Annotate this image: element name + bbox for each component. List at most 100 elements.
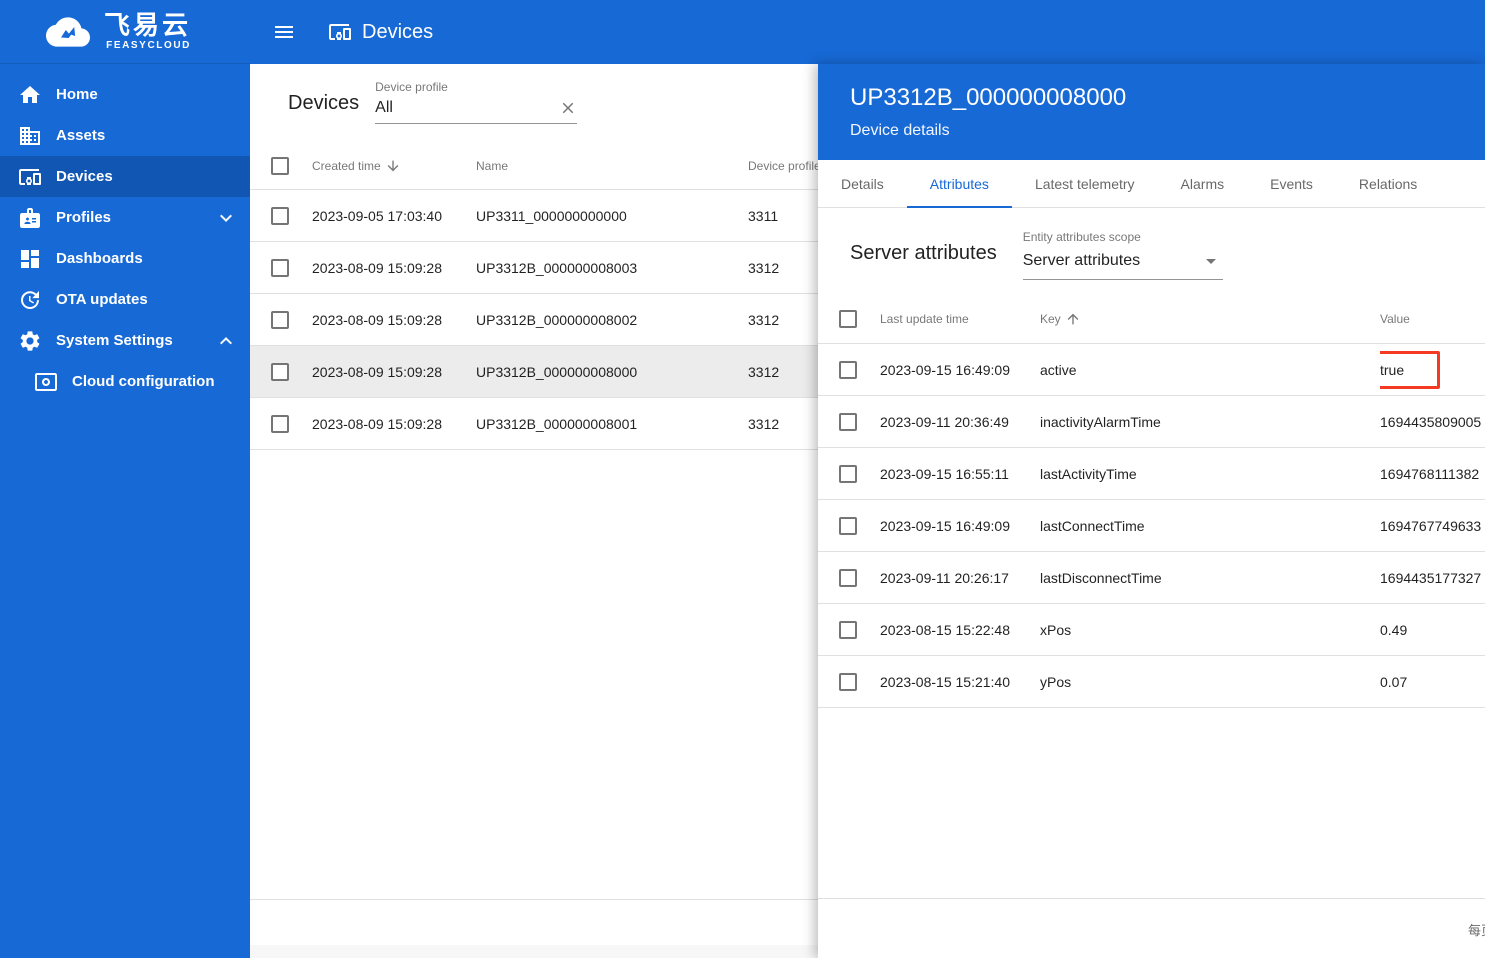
tab-latest-telemetry[interactable]: Latest telemetry [1012, 160, 1158, 208]
select-all-checkbox[interactable] [271, 157, 289, 175]
column-header-name[interactable]: Name [476, 159, 748, 173]
entity-attributes-scope-select[interactable]: Entity attributes scope Server attribute… [1023, 230, 1223, 280]
row-checkbox[interactable] [839, 413, 857, 431]
attributes-pagination-bar: 每页 [818, 898, 1485, 958]
drawer-title: UP3312B_000000008000 [850, 84, 1453, 112]
row-checkbox[interactable] [839, 569, 857, 587]
row-checkbox[interactable] [839, 517, 857, 535]
row-checkbox[interactable] [271, 415, 289, 433]
sidebar-item-label: Cloud configuration [72, 373, 238, 390]
ota-icon [18, 288, 42, 312]
tab-alarms[interactable]: Alarms [1158, 160, 1248, 208]
column-header-last-update-time[interactable]: Last update time [880, 312, 1040, 326]
sidebar-item-system-settings[interactable]: System Settings [0, 320, 250, 361]
row-checkbox[interactable] [271, 259, 289, 277]
cloud-logo-icon [40, 10, 96, 54]
tab-details[interactable]: Details [818, 160, 907, 208]
row-checkbox[interactable] [271, 207, 289, 225]
attribute-key: lastConnectTime [1040, 518, 1380, 534]
sort-desc-icon [385, 158, 401, 174]
settings-icon [18, 329, 42, 353]
drawer-subtitle: Device details [850, 122, 1453, 140]
device-name: UP3311_000000000000 [476, 208, 748, 224]
device-profile-filter-value[interactable]: All [375, 94, 577, 124]
row-checkbox[interactable] [839, 673, 857, 691]
attribute-row[interactable]: 2023-09-15 16:49:09activetrue [818, 344, 1485, 396]
attribute-key: lastDisconnectTime [1040, 570, 1380, 586]
logo-text-en: FEASYCLOUD [106, 41, 191, 51]
attribute-row[interactable]: 2023-08-15 15:21:40yPos0.07 [818, 656, 1485, 708]
attribute-row[interactable]: 2023-09-15 16:49:09lastConnectTime169476… [818, 500, 1485, 552]
devices-icon [18, 165, 42, 189]
assets-icon [18, 124, 42, 148]
scope-select-label: Entity attributes scope [1023, 230, 1223, 244]
profiles-icon [18, 206, 42, 230]
chevron-up-icon [214, 329, 238, 353]
chevron-down-icon [214, 206, 238, 230]
clear-filter-icon[interactable] [559, 99, 577, 117]
tab-relations[interactable]: Relations [1336, 160, 1440, 208]
device-created-time: 2023-09-05 17:03:40 [312, 208, 476, 224]
sidebar-item-home[interactable]: Home [0, 74, 250, 115]
device-created-time: 2023-08-09 15:09:28 [312, 416, 476, 432]
sidebar-nav: Home Assets Devices Profiles Dashboards OTA u… [0, 64, 250, 402]
sidebar-item-profiles[interactable]: Profiles [0, 197, 250, 238]
sidebar-item-cloud-configuration[interactable]: Cloud configuration [0, 361, 250, 402]
cloud-config-icon [34, 370, 58, 394]
logo: 飞易云 FEASYCLOUD [0, 0, 250, 64]
attribute-row[interactable]: 2023-09-15 16:55:11lastActivityTime16947… [818, 448, 1485, 500]
attributes-table-header: Last update time Key Value [818, 294, 1485, 344]
highlight-box: true [1380, 351, 1440, 389]
row-checkbox[interactable] [839, 621, 857, 639]
attribute-row[interactable]: 2023-09-11 20:26:17lastDisconnectTime169… [818, 552, 1485, 604]
attribute-row[interactable]: 2023-08-15 15:22:48xPos0.49 [818, 604, 1485, 656]
attribute-last-update-time: 2023-09-15 16:55:11 [880, 466, 1040, 482]
logo-text: 飞易云 FEASYCLOUD [104, 12, 191, 51]
sidebar-item-label: Home [56, 86, 238, 103]
per-page-label: 每页 [1468, 920, 1485, 939]
topbar-title-group: Devices [328, 20, 433, 44]
sidebar-item-label: Dashboards [56, 250, 238, 267]
attribute-value: true [1380, 351, 1485, 389]
column-header-key[interactable]: Key [1040, 311, 1380, 327]
attribute-key: lastActivityTime [1040, 466, 1380, 482]
attribute-value: 1694435177327 [1380, 570, 1485, 586]
sidebar-item-assets[interactable]: Assets [0, 115, 250, 156]
attribute-row[interactable]: 2023-09-11 20:36:49inactivityAlarmTime16… [818, 396, 1485, 448]
row-checkbox[interactable] [839, 361, 857, 379]
home-icon [18, 83, 42, 107]
attribute-value: 0.49 [1380, 622, 1485, 638]
row-checkbox[interactable] [271, 363, 289, 381]
drawer-header: UP3312B_000000008000 Device details [818, 64, 1485, 160]
sidebar-item-label: System Settings [56, 332, 214, 349]
attribute-last-update-time: 2023-09-11 20:36:49 [880, 414, 1040, 430]
tab-attributes[interactable]: Attributes [907, 160, 1012, 208]
device-created-time: 2023-08-09 15:09:28 [312, 260, 476, 276]
attributes-section-title: Server attributes [850, 242, 997, 265]
sidebar-item-label: Devices [56, 168, 238, 185]
select-all-attributes-checkbox[interactable] [839, 310, 857, 328]
row-checkbox[interactable] [839, 465, 857, 483]
sidebar-item-dashboards[interactable]: Dashboards [0, 238, 250, 279]
sidebar: 飞易云 FEASYCLOUD Home Assets Devices Profiles… [0, 0, 250, 958]
menu-icon[interactable] [268, 16, 300, 48]
row-checkbox[interactable] [271, 311, 289, 329]
device-profile-filter[interactable]: Device profile All [375, 80, 577, 124]
sidebar-item-ota-updates[interactable]: OTA updates [0, 279, 250, 320]
column-header-value[interactable]: Value [1380, 312, 1485, 326]
sort-asc-icon [1065, 311, 1081, 327]
device-created-time: 2023-08-09 15:09:28 [312, 312, 476, 328]
tab-events[interactable]: Events [1247, 160, 1336, 208]
sidebar-item-devices[interactable]: Devices [0, 156, 250, 197]
dashboards-icon [18, 247, 42, 271]
page-title: Devices [362, 21, 433, 44]
attributes-toolbar: Server attributes Entity attributes scop… [818, 208, 1485, 294]
attribute-key: xPos [1040, 622, 1380, 638]
device-profile-filter-label: Device profile [375, 80, 577, 94]
attribute-last-update-time: 2023-09-15 16:49:09 [880, 518, 1040, 534]
logo-text-cn: 飞易云 [104, 12, 191, 38]
device-name: UP3312B_000000008002 [476, 312, 748, 328]
device-details-drawer: UP3312B_000000008000 Device details Deta… [818, 64, 1485, 958]
column-header-created-time[interactable]: Created time [312, 158, 476, 174]
scope-select-value[interactable]: Server attributes [1023, 244, 1223, 280]
